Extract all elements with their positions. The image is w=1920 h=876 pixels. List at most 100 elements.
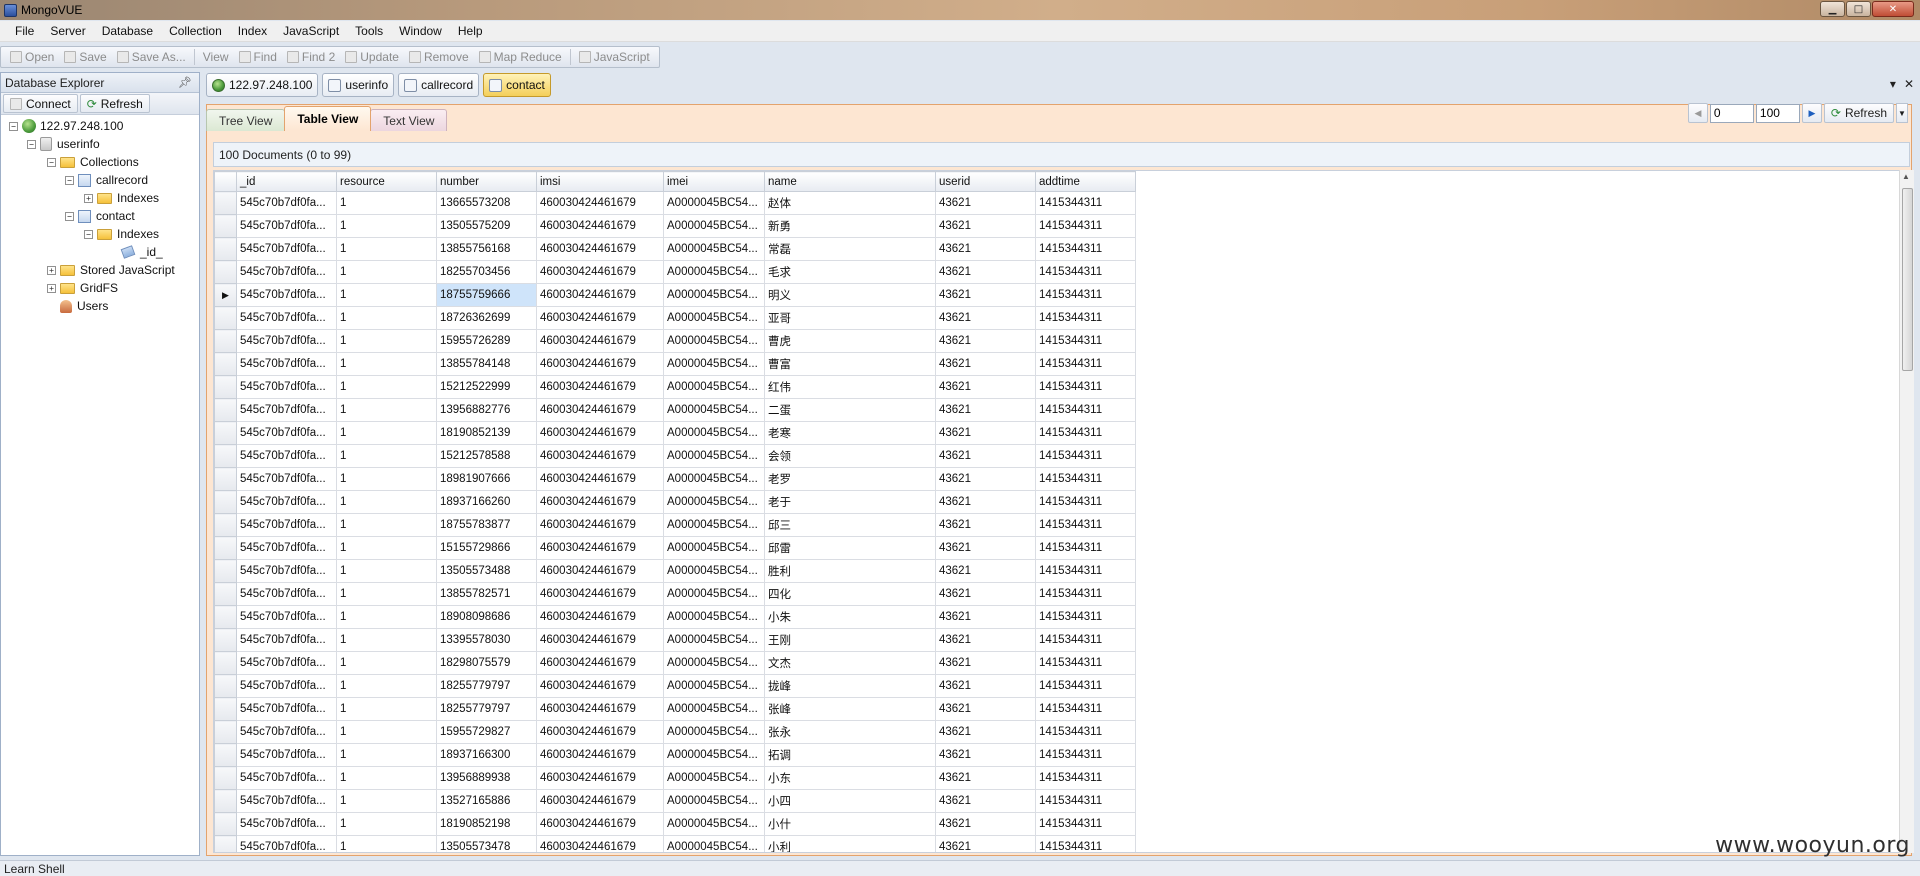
table-row[interactable]: 545c70b7df0fa... 1 13505573478 460030424461… [214, 835, 1136, 852]
table-cell[interactable]: 460030424461679 [536, 444, 664, 468]
column-header[interactable]: resource [336, 171, 437, 192]
table-cell[interactable]: 460030424461679 [536, 513, 664, 537]
table-cell[interactable]: 小东 [764, 766, 936, 790]
table-row[interactable]: 545c70b7df0fa... 1 15212578588 460030424461… [214, 444, 1136, 468]
table-cell[interactable]: 赵体 [764, 191, 936, 215]
table-cell[interactable]: A0000045BC54... [663, 421, 765, 445]
table-row[interactable]: 545c70b7df0fa... 1 18255703456 460030424461… [214, 260, 1136, 284]
expand-icon[interactable]: + [84, 193, 93, 203]
table-cell[interactable]: 1415344311 [1035, 559, 1136, 583]
table-cell[interactable]: 1415344311 [1035, 306, 1136, 330]
collapse-icon[interactable]: − [65, 211, 74, 221]
table-cell[interactable]: 18255703456 [436, 260, 537, 284]
table-cell[interactable]: A0000045BC54... [663, 605, 765, 629]
refresh-button[interactable]: ⟳ Refresh [1823, 103, 1894, 123]
table-cell[interactable]: A0000045BC54... [663, 260, 765, 284]
tree-node-gridfs[interactable]: + GridFS [1, 279, 199, 297]
table-cell[interactable]: 1 [336, 237, 437, 261]
menu-server[interactable]: Server [42, 24, 93, 38]
tree-node-callrecord[interactable]: − callrecord [1, 171, 199, 189]
table-cell[interactable]: 1415344311 [1035, 605, 1136, 629]
table-cell[interactable]: 43621 [935, 536, 1036, 560]
table-cell[interactable]: 43621 [935, 835, 1036, 852]
map-reduce-button[interactable]: Map Reduce [474, 48, 567, 66]
table-cell[interactable]: 545c70b7df0fa... [236, 720, 337, 744]
table-cell[interactable]: 18937166300 [436, 743, 537, 767]
table-cell[interactable]: 15212578588 [436, 444, 537, 468]
scroll-thumb[interactable] [1902, 188, 1913, 371]
table-cell[interactable]: 43621 [935, 559, 1036, 583]
table-row[interactable]: 545c70b7df0fa... 1 13956889938 460030424461… [214, 766, 1136, 790]
table-cell[interactable]: 460030424461679 [536, 260, 664, 284]
table-cell[interactable]: 460030424461679 [536, 720, 664, 744]
table-cell[interactable]: 1415344311 [1035, 421, 1136, 445]
column-header[interactable]: imei [663, 171, 765, 192]
table-cell[interactable]: 常磊 [764, 237, 936, 261]
table-cell[interactable]: 460030424461679 [536, 283, 664, 307]
table-cell[interactable]: 拢峰 [764, 674, 936, 698]
table-cell[interactable]: 43621 [935, 329, 1036, 353]
next-page-button[interactable]: ▶ [1801, 103, 1822, 123]
table-cell[interactable]: 13855782571 [436, 582, 537, 606]
table-cell[interactable]: 460030424461679 [536, 352, 664, 376]
update-button[interactable]: Update [340, 48, 404, 66]
table-cell[interactable]: 545c70b7df0fa... [236, 559, 337, 583]
tree-node-collections[interactable]: − Collections [1, 153, 199, 171]
row-header[interactable] [214, 398, 237, 422]
table-cell[interactable]: 1 [336, 743, 437, 767]
row-header[interactable] [214, 490, 237, 514]
table-cell[interactable]: 545c70b7df0fa... [236, 812, 337, 836]
table-cell[interactable]: 545c70b7df0fa... [236, 651, 337, 675]
table-cell[interactable]: 13855756168 [436, 237, 537, 261]
table-cell[interactable]: 1 [336, 513, 437, 537]
menu-window[interactable]: Window [391, 24, 450, 38]
close-button[interactable]: ✕ [1872, 1, 1914, 17]
table-cell[interactable]: 460030424461679 [536, 421, 664, 445]
maximize-button[interactable]: □ [1846, 1, 1871, 17]
table-cell[interactable]: 小四 [764, 789, 936, 813]
view-button[interactable]: View [198, 48, 234, 66]
row-header[interactable] [214, 237, 237, 261]
table-cell[interactable]: 13956889938 [436, 766, 537, 790]
table-cell[interactable]: 18908098686 [436, 605, 537, 629]
table-row[interactable]: 545c70b7df0fa... 1 13527165886 460030424461… [214, 789, 1136, 813]
table-cell[interactable]: 460030424461679 [536, 237, 664, 261]
table-cell[interactable]: A0000045BC54... [663, 352, 765, 376]
table-cell[interactable]: 43621 [935, 697, 1036, 721]
menu-file[interactable]: File [7, 24, 42, 38]
menu-collection[interactable]: Collection [161, 24, 230, 38]
table-cell[interactable]: 1415344311 [1035, 835, 1136, 852]
table-cell[interactable]: 红伟 [764, 375, 936, 399]
column-header[interactable]: imsi [536, 171, 664, 192]
table-cell[interactable]: 1415344311 [1035, 743, 1136, 767]
table-cell[interactable]: 18981907666 [436, 467, 537, 491]
table-cell[interactable]: 460030424461679 [536, 191, 664, 215]
table-cell[interactable]: 会领 [764, 444, 936, 468]
table-row[interactable]: 545c70b7df0fa... 1 18755783877 460030424461… [214, 513, 1136, 537]
table-cell[interactable]: 43621 [935, 582, 1036, 606]
table-cell[interactable]: 1415344311 [1035, 237, 1136, 261]
column-header[interactable]: userid [935, 171, 1036, 192]
table-cell[interactable]: 1415344311 [1035, 651, 1136, 675]
table-cell[interactable]: 43621 [935, 812, 1036, 836]
table-cell[interactable]: 1415344311 [1035, 674, 1136, 698]
table-cell[interactable]: 545c70b7df0fa... [236, 329, 337, 353]
table-cell[interactable]: A0000045BC54... [663, 766, 765, 790]
minimize-button[interactable]: ▁ [1820, 1, 1845, 17]
table-row[interactable]: 545c70b7df0fa... 1 18190852198 460030424461… [214, 812, 1136, 836]
explorer-refresh-button[interactable]: ⟳ Refresh [79, 94, 150, 113]
table-cell[interactable]: 545c70b7df0fa... [236, 306, 337, 330]
table-cell[interactable]: 43621 [935, 375, 1036, 399]
table-cell[interactable]: 小什 [764, 812, 936, 836]
table-cell[interactable]: 460030424461679 [536, 329, 664, 353]
table-cell[interactable]: 1 [336, 329, 437, 353]
table-cell[interactable]: 43621 [935, 352, 1036, 376]
table-cell[interactable]: 曹虎 [764, 329, 936, 353]
table-cell[interactable]: 460030424461679 [536, 398, 664, 422]
table-cell[interactable]: 43621 [935, 260, 1036, 284]
table-row[interactable]: 545c70b7df0fa... 1 13505575209 460030424461… [214, 214, 1136, 238]
row-header[interactable] [214, 444, 237, 468]
table-cell[interactable]: A0000045BC54... [663, 283, 765, 307]
table-cell[interactable]: A0000045BC54... [663, 214, 765, 238]
table-cell[interactable]: 545c70b7df0fa... [236, 743, 337, 767]
